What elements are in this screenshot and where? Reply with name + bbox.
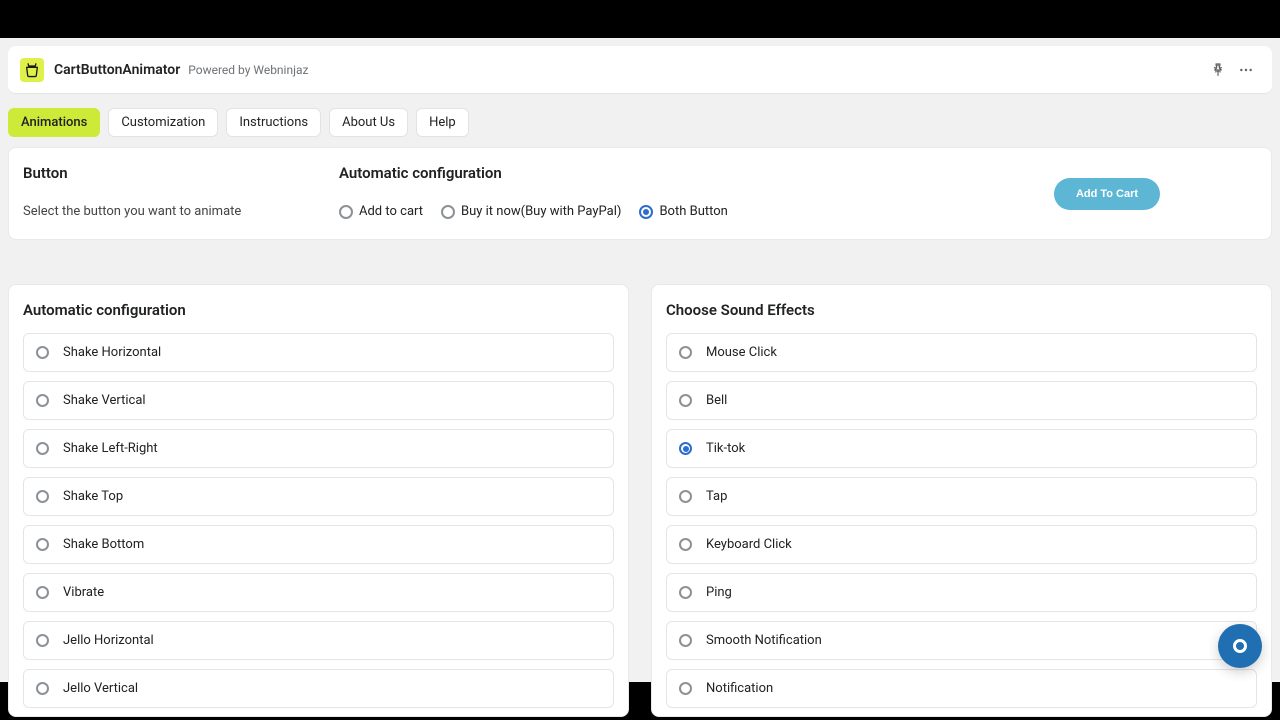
animation-option[interactable]: Shake Left-Right	[23, 429, 614, 468]
more-icon[interactable]	[1232, 56, 1260, 84]
auto-config-title: Automatic configuration	[339, 164, 957, 182]
app-header: CartButtonAnimator Powered by Webninjaz	[8, 46, 1272, 94]
button-target-radio[interactable]: Buy it now(Buy with PayPal)	[441, 204, 621, 219]
animation-option-label: Jello Horizontal	[63, 633, 154, 648]
button-section-title: Button	[23, 164, 339, 182]
animation-option[interactable]: Shake Top	[23, 477, 614, 516]
sound-option-label: Tap	[706, 489, 727, 504]
sound-option[interactable]: Mouse Click	[666, 333, 1257, 372]
app-logo-icon	[20, 58, 44, 82]
animation-option[interactable]: Shake Bottom	[23, 525, 614, 564]
sound-option-label: Tik-tok	[706, 441, 745, 456]
radio-icon	[36, 442, 49, 455]
sound-option-label: Ping	[706, 585, 732, 600]
app-title: CartButtonAnimator	[54, 62, 180, 78]
radio-icon	[639, 205, 653, 219]
sound-option[interactable]: Notification	[666, 669, 1257, 708]
chat-bubble-icon	[1233, 639, 1247, 653]
radio-icon	[441, 205, 455, 219]
sound-option[interactable]: Bell	[666, 381, 1257, 420]
tab-customization[interactable]: Customization	[108, 108, 218, 137]
animation-option-label: Jello Vertical	[63, 681, 138, 696]
sound-effects-card: Choose Sound Effects Mouse Click Bell Tik-…	[651, 284, 1272, 717]
tab-animations[interactable]: Animations	[8, 108, 100, 137]
sound-option-label: Mouse Click	[706, 345, 777, 360]
radio-icon	[679, 490, 692, 503]
animation-option-label: Shake Vertical	[63, 393, 146, 408]
button-target-radio[interactable]: Both Button	[639, 204, 727, 219]
animation-option[interactable]: Jello Vertical	[23, 669, 614, 708]
animation-option[interactable]: Shake Vertical	[23, 381, 614, 420]
radio-icon	[36, 394, 49, 407]
animation-option[interactable]: Jello Horizontal	[23, 621, 614, 660]
animation-option-label: Shake Horizontal	[63, 345, 161, 360]
sound-option[interactable]: Tik-tok	[666, 429, 1257, 468]
tab-instructions[interactable]: Instructions	[226, 108, 321, 137]
tab-help[interactable]: Help	[416, 108, 469, 137]
sound-option[interactable]: Tap	[666, 477, 1257, 516]
sound-option[interactable]: Smooth Notification	[666, 621, 1257, 660]
radio-label: Buy it now(Buy with PayPal)	[461, 204, 621, 219]
animation-list-card: Automatic configuration Shake Horizontal…	[8, 284, 629, 717]
sound-option[interactable]: Keyboard Click	[666, 525, 1257, 564]
radio-icon	[679, 586, 692, 599]
sound-option[interactable]: Ping	[666, 573, 1257, 612]
radio-label: Add to cart	[359, 204, 423, 219]
radio-icon	[679, 442, 692, 455]
radio-icon	[36, 346, 49, 359]
radio-icon	[679, 538, 692, 551]
animation-option-label: Shake Top	[63, 489, 123, 504]
auto-config-radio-row: Add to cart Buy it now(Buy with PayPal) Bo…	[339, 204, 957, 219]
tab-about-us[interactable]: About Us	[329, 108, 408, 137]
animation-option-label: Vibrate	[63, 585, 104, 600]
radio-icon	[679, 394, 692, 407]
chat-support-button[interactable]	[1218, 624, 1262, 668]
sound-option-label: Bell	[706, 393, 727, 408]
button-section-description: Select the button you want to animate	[23, 204, 339, 219]
radio-icon	[679, 346, 692, 359]
radio-icon	[679, 682, 692, 695]
animation-list-title: Automatic configuration	[23, 301, 614, 319]
radio-icon	[36, 682, 49, 695]
button-config-card: Button Select the button you want to ani…	[8, 147, 1272, 240]
pin-icon[interactable]	[1204, 56, 1232, 84]
button-target-radio[interactable]: Add to cart	[339, 204, 423, 219]
radio-icon	[36, 490, 49, 503]
animation-option-label: Shake Left-Right	[63, 441, 158, 456]
radio-icon	[679, 634, 692, 647]
radio-icon	[36, 538, 49, 551]
sound-option-label: Keyboard Click	[706, 537, 792, 552]
animation-option-label: Shake Bottom	[63, 537, 144, 552]
animation-option[interactable]: Vibrate	[23, 573, 614, 612]
sound-option-label: Smooth Notification	[706, 633, 822, 648]
animation-option[interactable]: Shake Horizontal	[23, 333, 614, 372]
radio-icon	[339, 205, 353, 219]
sound-effects-title: Choose Sound Effects	[666, 301, 1257, 319]
tabs-row: Animations Customization Instructions About…	[0, 94, 1280, 147]
radio-icon	[36, 586, 49, 599]
app-powered-by: Powered by Webninjaz	[188, 63, 308, 77]
radio-label: Both Button	[659, 204, 727, 219]
add-to-cart-preview-button[interactable]: Add To Cart	[1054, 178, 1160, 210]
radio-icon	[36, 634, 49, 647]
sound-option-label: Notification	[706, 681, 773, 696]
